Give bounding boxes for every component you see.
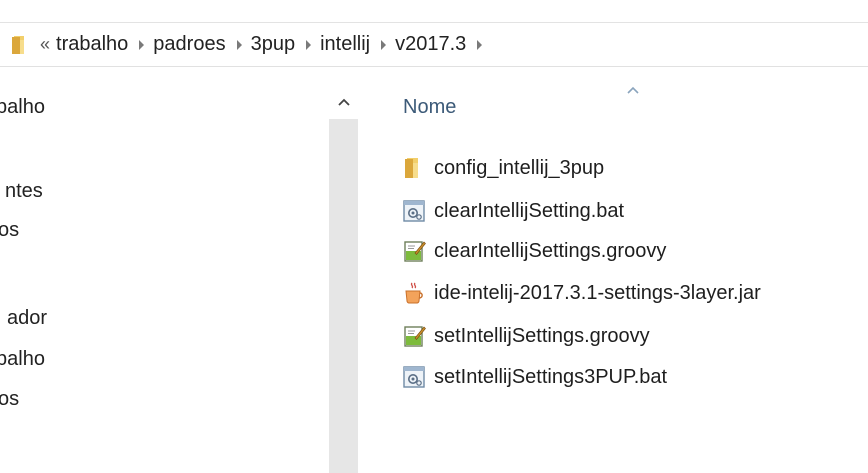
chevron-right-icon[interactable] [138,39,145,50]
nav-item-documentos-recentes[interactable]: ntes [5,180,43,203]
chevron-up-icon [337,93,350,111]
chevron-right-icon[interactable] [236,39,243,50]
file-name: setIntellijSettings3PUP.bat [434,365,668,388]
file-name: config_intellij_3pup [434,156,605,179]
breadcrumb-intellij[interactable]: intellij [320,33,370,56]
breadcrumb-overflow-button[interactable]: « [40,34,50,55]
toolbar-strip [0,0,868,23]
file-explorer-window: « trabalho padroes 3pup intellij v2017.3… [0,0,868,473]
navigation-scrollbar[interactable] [329,85,358,473]
file-list-pane: Nome config_intellij_3pup clearIntellijS… [358,68,868,473]
nav-item-administrador[interactable]: ador [7,307,47,330]
nav-item-arquivos-2[interactable]: os [0,388,19,411]
file-name: clearIntellijSettings.groovy [434,239,667,262]
nav-item-trabalho-2[interactable]: balho [0,348,45,371]
chevron-right-icon[interactable] [305,39,312,50]
breadcrumb-3pup[interactable]: 3pup [251,33,296,56]
file-row[interactable]: setIntellijSettings3PUP.bat [402,363,667,391]
file-row[interactable]: ide-intelij-2017.3.1-settings-3layer.jar [402,279,761,307]
file-name: clearIntellijSetting.bat [434,199,625,222]
java-jar-icon [402,281,426,305]
chevron-right-icon[interactable] [380,39,387,50]
file-row[interactable]: clearIntellijSetting.bat [402,197,624,225]
batch-file-icon [402,199,426,223]
folder-icon [402,156,426,180]
address-bar[interactable]: « trabalho padroes 3pup intellij v2017.3 [0,23,868,67]
scroll-track[interactable] [329,119,358,473]
breadcrumb-padroes[interactable]: padroes [153,33,225,56]
file-name: ide-intelij-2017.3.1-settings-3layer.jar [434,281,761,304]
sort-ascending-icon [626,82,640,94]
script-file-icon [402,324,426,348]
file-name: setIntellijSettings.groovy [434,324,650,347]
script-file-icon [402,239,426,263]
file-row[interactable]: setIntellijSettings.groovy [402,322,650,350]
breadcrumb-v2017-3[interactable]: v2017.3 [395,33,466,56]
folder-icon [10,34,32,56]
nav-item-arquivos[interactable]: os [0,219,19,242]
file-row[interactable]: config_intellij_3pup [402,154,604,182]
file-row[interactable]: clearIntellijSettings.groovy [402,237,666,265]
batch-file-icon [402,365,426,389]
chevron-right-icon[interactable] [476,39,483,50]
nav-item-trabalho[interactable]: balho [0,96,45,119]
column-header-name[interactable]: Nome [403,96,456,119]
breadcrumb-trabalho[interactable]: trabalho [56,33,128,56]
scroll-up-button[interactable] [329,85,358,119]
navigation-pane: balho ntes os ador balho os [0,68,358,473]
